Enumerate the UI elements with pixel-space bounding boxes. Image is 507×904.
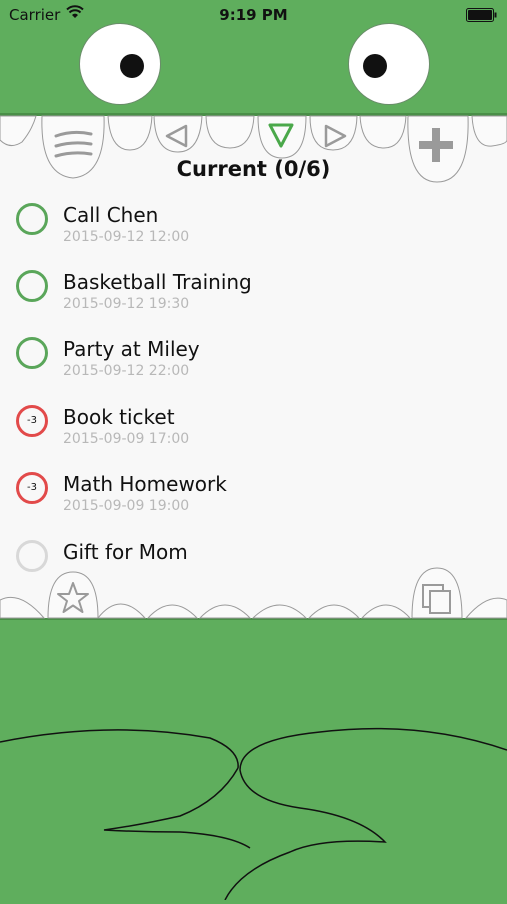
task-status-circle[interactable]	[16, 540, 48, 572]
task-status-circle[interactable]: -3	[16, 472, 48, 504]
list-item[interactable]: Party at Miley 2015-09-12 22:00	[0, 334, 507, 394]
task-date: 2015-09-09 19:00	[63, 498, 190, 514]
list-item[interactable]: -3 Book ticket 2015-09-09 17:00	[0, 402, 507, 462]
task-title: Math Homework	[63, 472, 227, 496]
star-icon	[57, 582, 89, 613]
task-status-circle[interactable]	[16, 270, 48, 302]
triangle-down-icon	[268, 123, 294, 148]
task-title: Gift for Mom	[63, 540, 188, 564]
task-title: Party at Miley	[63, 337, 200, 361]
task-date: 2015-09-12 19:30	[63, 296, 190, 312]
list-item[interactable]: Basketball Training 2015-09-12 19:30	[0, 267, 507, 327]
triangle-right-icon	[324, 124, 347, 148]
task-date: 2015-09-12 22:00	[63, 363, 190, 379]
next-button[interactable]	[320, 122, 350, 150]
copy-icon	[422, 584, 451, 614]
triangle-left-icon	[165, 124, 188, 148]
previous-button[interactable]	[162, 122, 192, 150]
favorites-button[interactable]	[55, 580, 91, 616]
tongue-shape	[0, 727, 507, 901]
list-item[interactable]: Call Chen 2015-09-12 12:00	[0, 200, 507, 260]
copy-button[interactable]	[420, 582, 454, 616]
task-date: 2015-09-12 12:00	[63, 229, 190, 245]
task-title: Book ticket	[63, 405, 175, 429]
task-status-circle[interactable]: -3	[16, 405, 48, 437]
task-status-circle[interactable]	[16, 203, 48, 235]
task-date: 2015-09-09 17:00	[63, 431, 190, 447]
filter-button[interactable]	[266, 120, 296, 150]
task-title: Call Chen	[63, 203, 159, 227]
task-status-circle[interactable]	[16, 337, 48, 369]
monster-body	[0, 620, 507, 901]
page-title: Current (0/6)	[176, 157, 331, 181]
list-item[interactable]: -3 Math Homework 2015-09-09 19:00	[0, 469, 507, 529]
task-title: Basketball Training	[63, 270, 252, 294]
